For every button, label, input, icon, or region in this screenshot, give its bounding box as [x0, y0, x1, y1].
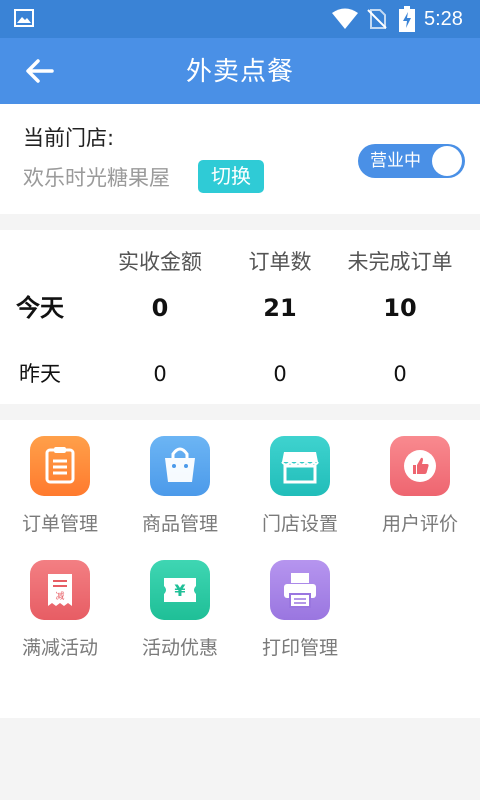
thumbs-up-icon [390, 436, 450, 496]
no-sim-icon [367, 9, 387, 29]
menu-label: 订单管理 [21, 513, 98, 535]
wifi-icon [332, 8, 358, 29]
menu-label: 活动优惠 [141, 637, 218, 659]
current-store-label: 当前门店: [23, 126, 115, 150]
today-orders: 21 [263, 294, 297, 322]
store-name: 欢乐时光糖果屋 [23, 166, 170, 190]
toggle-label: 营业中 [370, 151, 421, 171]
stats-table: 实收金额 订单数 未完成订单 今天 0 21 10 昨天 0 0 0 [0, 230, 480, 404]
svg-text:减: 减 [55, 590, 64, 602]
svg-text:¥: ¥ [174, 581, 185, 600]
menu-product-management[interactable]: 商品管理 [120, 420, 240, 538]
page-title: 外卖点餐 [185, 57, 294, 87]
image-notification-icon [14, 9, 34, 27]
menu-store-settings[interactable]: 门店设置 [240, 420, 360, 538]
menu-discount-activity[interactable]: 减 满减活动 [0, 544, 120, 662]
today-revenue: 0 [151, 294, 169, 322]
menu-label: 门店设置 [261, 513, 338, 535]
menu-order-management[interactable]: 订单管理 [0, 420, 120, 538]
yesterday-orders: 0 [273, 362, 287, 386]
col-header-orders: 订单数 [248, 250, 312, 274]
menu-label: 用户评价 [381, 513, 458, 535]
store-section: 当前门店: 欢乐时光糖果屋 切换 营业中 [0, 104, 480, 214]
storefront-icon [270, 436, 330, 496]
status-bar: 5:28 [0, 0, 480, 38]
row-label-today: 今天 [16, 294, 64, 322]
menu-promotions[interactable]: ¥ 活动优惠 [120, 544, 240, 662]
row-label-yesterday: 昨天 [19, 362, 61, 386]
yesterday-revenue: 0 [153, 362, 167, 386]
menu-user-reviews[interactable]: 用户评价 [360, 420, 480, 538]
yesterday-unfinished: 0 [393, 362, 407, 386]
col-header-unfinished: 未完成订单 [347, 250, 453, 274]
menu-print-management[interactable]: 打印管理 [240, 544, 360, 662]
menu-label: 商品管理 [141, 513, 218, 535]
today-unfinished: 10 [383, 294, 417, 322]
status-time: 5:28 [424, 8, 463, 30]
app-bar: 外卖点餐 [0, 38, 480, 104]
clipboard-icon [30, 436, 90, 496]
menu-label: 打印管理 [261, 637, 338, 659]
switch-store-button[interactable]: 切换 [198, 160, 264, 193]
shopping-bag-icon [150, 436, 210, 496]
function-menu: 订单管理 商品管理 门店设置 用户评价 减 满减活动 ¥ 活动优惠 打印管理 [0, 420, 480, 718]
menu-label: 满减活动 [21, 637, 98, 659]
coupon-yen-icon: ¥ [150, 560, 210, 620]
discount-receipt-icon: 减 [30, 560, 90, 620]
col-header-revenue: 实收金额 [118, 250, 202, 274]
battery-charging-icon [399, 6, 415, 32]
business-status-toggle[interactable]: 营业中 [358, 144, 465, 178]
printer-icon [270, 560, 330, 620]
toggle-knob [432, 146, 462, 176]
